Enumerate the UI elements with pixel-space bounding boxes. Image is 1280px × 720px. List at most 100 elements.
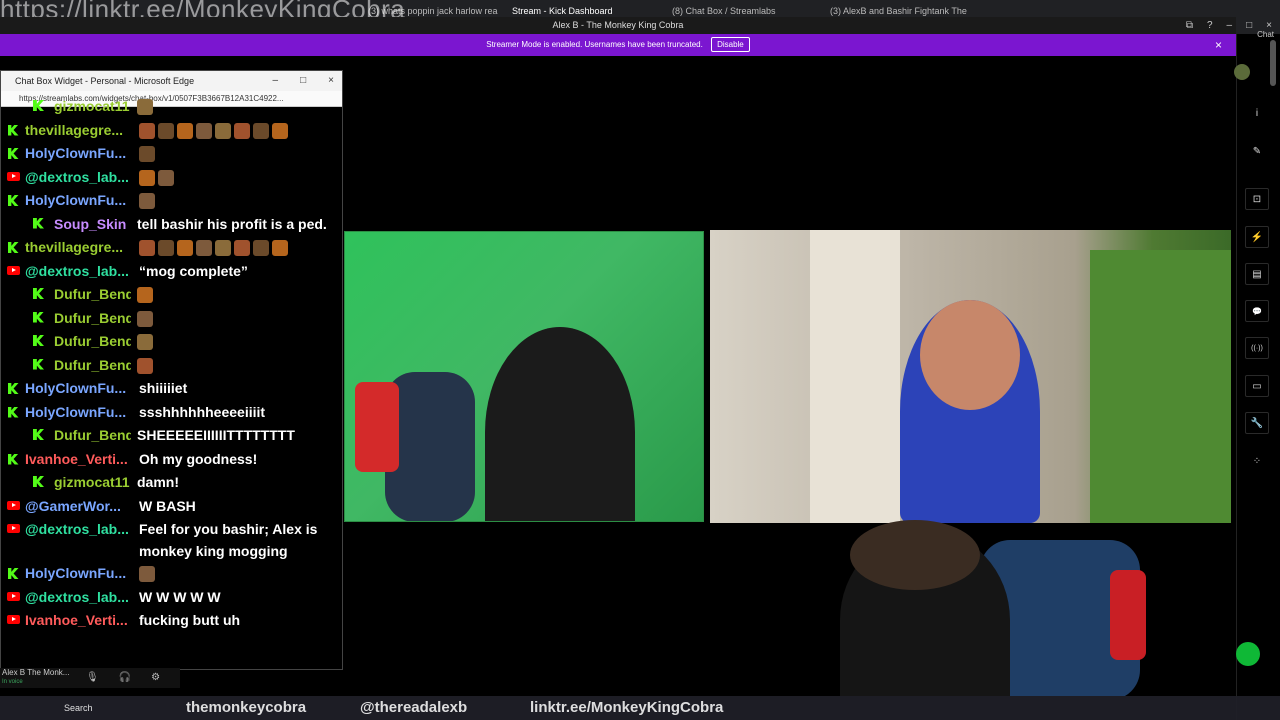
chat-message-row: Dufur_Bend bbox=[1, 330, 342, 354]
edit-icon[interactable]: ✎ bbox=[1245, 140, 1269, 162]
emote-icon bbox=[137, 99, 153, 116]
chat-username[interactable]: Ivanhoe_Verti... bbox=[25, 448, 137, 470]
chat-message-body bbox=[137, 119, 342, 141]
chat-username[interactable]: Dufur_Bend bbox=[1, 283, 131, 305]
kick-logo-icon bbox=[7, 568, 19, 579]
emote-icon bbox=[272, 122, 288, 139]
emote-icon bbox=[177, 240, 193, 257]
chat-username-text: @dextros_lab... bbox=[25, 588, 129, 605]
chat-username[interactable]: Ivanhoe_Verti... bbox=[25, 609, 137, 631]
scrollbar[interactable] bbox=[1270, 40, 1276, 86]
chat-username-text: HolyClownFu... bbox=[25, 565, 127, 581]
live-status-indicator[interactable] bbox=[1236, 642, 1260, 666]
chat-message-body bbox=[137, 236, 342, 258]
emote-icon bbox=[139, 122, 155, 139]
chat-message-text: W W W W W bbox=[139, 588, 221, 605]
edge-window-title: Chat Box Widget - Personal - Microsoft E… bbox=[15, 76, 195, 86]
kick-icon bbox=[1, 562, 25, 579]
scene-icon[interactable]: ⊡ bbox=[1245, 188, 1269, 210]
overlay-handle-2: @thereadalexb bbox=[360, 699, 468, 716]
chat-message-body bbox=[137, 166, 342, 188]
emote-icon bbox=[253, 240, 269, 257]
chat-username[interactable]: HolyClownFu... bbox=[25, 189, 137, 211]
chat-username-text: Dufur_Bend bbox=[54, 286, 131, 302]
chat-message-row: @dextros_lab... bbox=[1, 166, 342, 190]
chat-message-row: Dufur_Bend SHEEEEEIIIIIITTTTTTTT bbox=[1, 424, 342, 448]
disable-streamer-mode-button[interactable]: Disable bbox=[711, 37, 750, 52]
streamer-left-figure bbox=[485, 327, 635, 521]
streamer-webcam-overlay bbox=[780, 520, 1236, 696]
chat-message-text: W BASH bbox=[139, 497, 196, 514]
chat-username[interactable]: gizmocat11 bbox=[1, 95, 131, 117]
chat-username[interactable]: gizmocat11 bbox=[1, 471, 131, 493]
chat-username[interactable]: HolyClownFu... bbox=[25, 401, 137, 423]
chat-username[interactable]: HolyClownFu... bbox=[25, 142, 137, 164]
chat-username-text: @dextros_lab... bbox=[25, 262, 129, 279]
chat-message-row: @dextros_lab... W W W W W bbox=[1, 586, 342, 610]
chat-username[interactable]: @dextros_lab... bbox=[25, 166, 137, 188]
wrench-icon[interactable]: 🔧 bbox=[1245, 412, 1269, 434]
chat-username[interactable]: Dufur_Bend bbox=[1, 354, 131, 376]
popout-icon[interactable]: ⧉ bbox=[1186, 17, 1193, 34]
chat-message-body bbox=[131, 354, 342, 376]
youtube-icon bbox=[1, 260, 25, 275]
help-icon[interactable]: ? bbox=[1207, 17, 1213, 34]
chat-message-body: ssshhhhhheeeeiiiit bbox=[137, 401, 342, 423]
chat-username[interactable]: @dextros_lab... bbox=[25, 518, 137, 540]
lightning-icon[interactable]: ⚡ bbox=[1245, 226, 1269, 248]
chat-username[interactable]: @GamerWor... bbox=[25, 495, 137, 517]
info-icon[interactable]: i bbox=[1245, 102, 1269, 124]
webcam-microphone bbox=[1110, 570, 1146, 660]
close-banner-icon[interactable]: × bbox=[1215, 34, 1222, 56]
chat-message-row: HolyClownFu... bbox=[1, 189, 342, 213]
chat-username[interactable]: thevillagegre... bbox=[25, 119, 137, 141]
chat-username[interactable]: Dufur_Bend bbox=[1, 307, 131, 329]
chat-message-body: “mog complete” bbox=[137, 260, 342, 282]
headphones-icon[interactable]: 🎧 bbox=[119, 672, 131, 683]
youtube-icon bbox=[1, 518, 25, 533]
chat-message-body bbox=[137, 562, 342, 584]
emote-icon bbox=[234, 122, 250, 139]
chat-username[interactable]: Dufur_Bend bbox=[1, 424, 131, 446]
taskbar: Search themonkeycobra @thereadalexb link… bbox=[0, 696, 1280, 720]
layout-icon[interactable]: ▭ bbox=[1245, 375, 1269, 397]
avatar[interactable] bbox=[1234, 64, 1250, 80]
youtube-icon bbox=[1, 166, 25, 181]
kick-logo-icon bbox=[7, 406, 19, 418]
microphone-icon[interactable]: 🎙 bbox=[86, 672, 99, 683]
chat-username[interactable]: @dextros_lab... bbox=[25, 586, 137, 608]
streamer-mode-banner: Streamer Mode is enabled. Usernames have… bbox=[0, 34, 1236, 56]
emote-icon bbox=[139, 169, 155, 186]
chat-message-text: tell bashir his profit is a ped. bbox=[137, 215, 327, 232]
edge-minimize-button[interactable]: – bbox=[273, 71, 279, 91]
kick-icon bbox=[1, 377, 25, 394]
chat-username-text: @dextros_lab... bbox=[25, 521, 129, 537]
chat-username-text: Dufur_Bend bbox=[54, 427, 131, 443]
chat-message-body: fucking butt uh bbox=[137, 609, 342, 631]
chat-username[interactable]: thevillagegre... bbox=[25, 236, 137, 258]
chat-message-text: damn! bbox=[137, 474, 179, 490]
voice-status-bar: Alex B The Monk... In voice 🎙 🎧 ⚙ bbox=[0, 668, 180, 688]
taskbar-search[interactable]: Search bbox=[64, 703, 93, 713]
emote-icon bbox=[137, 287, 153, 304]
gear-icon[interactable]: ⚙ bbox=[151, 672, 160, 683]
edge-close-button[interactable]: × bbox=[328, 71, 334, 91]
chat-panel-label[interactable]: Chat bbox=[1236, 30, 1280, 39]
kick-icon bbox=[1, 401, 25, 418]
share-icon[interactable]: ⁘ bbox=[1245, 450, 1269, 472]
chat-username-text: @GamerWor... bbox=[25, 497, 121, 514]
chat-username[interactable]: Soup_Skin bbox=[1, 213, 131, 235]
minimize-button[interactable]: – bbox=[1227, 17, 1233, 34]
document-icon[interactable]: ▤ bbox=[1245, 263, 1269, 285]
kick-logo-icon bbox=[33, 288, 44, 299]
kick-logo-icon bbox=[33, 217, 44, 229]
chat-username[interactable]: HolyClownFu... bbox=[25, 377, 137, 399]
chat-message-text: Feel for you bashir; Alex is monkey king… bbox=[139, 521, 318, 559]
chat-username[interactable]: @dextros_lab... bbox=[25, 260, 137, 282]
chat-bubble-icon[interactable]: 💬 bbox=[1245, 300, 1269, 322]
chat-username[interactable]: HolyClownFu... bbox=[25, 562, 137, 584]
broadcast-icon[interactable]: ((·)) bbox=[1245, 337, 1269, 359]
chat-username[interactable]: Dufur_Bend bbox=[1, 330, 131, 352]
edge-maximize-button[interactable]: □ bbox=[300, 71, 306, 91]
kick-logo-icon bbox=[33, 100, 44, 111]
